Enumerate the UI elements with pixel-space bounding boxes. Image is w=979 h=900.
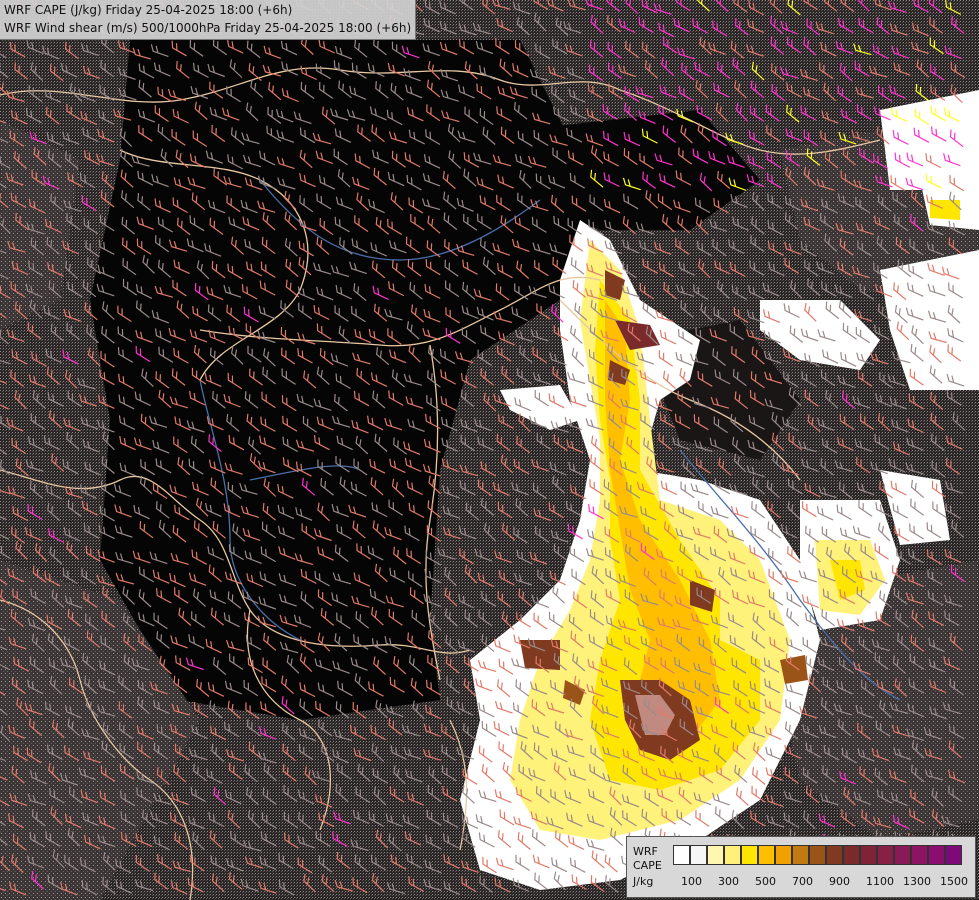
legend-swatch	[707, 845, 724, 865]
cape-legend: WRF CAPE J/kg 100 300 500 700 900 1100 1300 150…	[626, 836, 976, 898]
legend-swatch	[911, 845, 928, 865]
legend-swatch	[775, 845, 792, 865]
legend-swatch	[792, 845, 809, 865]
legend-swatch	[673, 845, 690, 865]
legend-label-cape: CAPE	[633, 859, 662, 872]
legend-swatch	[877, 845, 894, 865]
title-wind-shear: WRF Wind shear (m/s) 500/1000hPa Friday …	[4, 21, 412, 35]
legend-swatch	[945, 845, 962, 865]
map-title: WRF CAPE (J/kg) Friday 25-04-2025 18:00 …	[0, 0, 417, 40]
weather-map: WRF CAPE (J/kg) Friday 25-04-2025 18:00 …	[0, 0, 979, 900]
legend-tick-label: 900	[829, 875, 850, 888]
legend-tick-label: 500	[755, 875, 776, 888]
legend-tick-label: 300	[718, 875, 739, 888]
map-canvas	[0, 0, 979, 900]
legend-swatch	[758, 845, 775, 865]
legend-swatch	[928, 845, 945, 865]
legend-tick-label: 100	[681, 875, 702, 888]
legend-swatch	[843, 845, 860, 865]
legend-tick-label: 1100	[866, 875, 894, 888]
legend-tick-label: 1300	[903, 875, 931, 888]
legend-swatch	[809, 845, 826, 865]
legend-swatch	[724, 845, 741, 865]
legend-tick-label: 700	[792, 875, 813, 888]
legend-tick-label: 1500	[940, 875, 968, 888]
legend-swatch	[860, 845, 877, 865]
legend-swatch	[741, 845, 758, 865]
legend-label-wrf: WRF	[633, 845, 658, 858]
legend-swatch	[690, 845, 707, 865]
legend-label-unit: J/kg	[633, 875, 654, 888]
legend-swatch	[826, 845, 843, 865]
title-cape: WRF CAPE (J/kg) Friday 25-04-2025 18:00 …	[4, 3, 293, 17]
legend-swatch	[894, 845, 911, 865]
